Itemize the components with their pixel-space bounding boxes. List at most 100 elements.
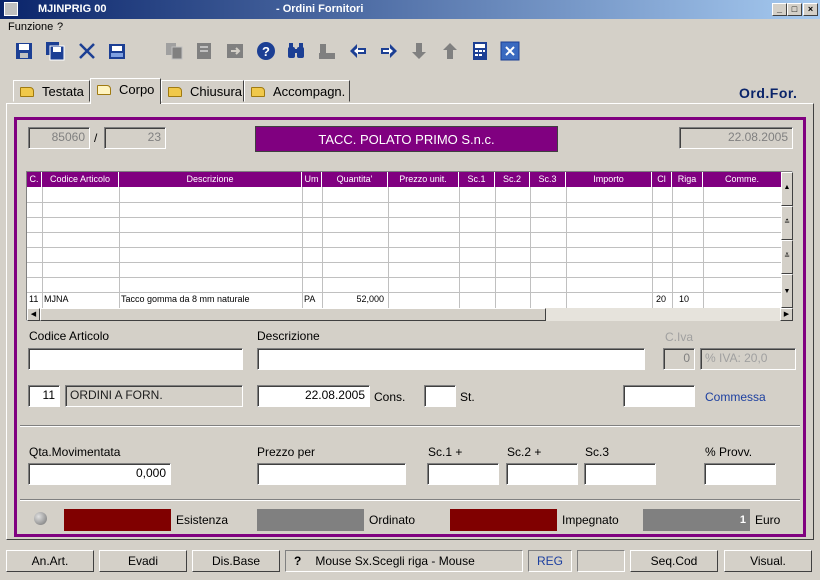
scroll-right-button[interactable]: ▶ xyxy=(780,308,793,321)
calculator-icon[interactable] xyxy=(468,39,492,63)
descrizione-input[interactable] xyxy=(257,348,645,370)
commessa-link[interactable]: Commessa xyxy=(705,390,766,404)
maximize-button[interactable]: □ xyxy=(787,3,802,16)
menu-help[interactable]: ? xyxy=(57,21,63,33)
scroll-page-down-button[interactable]: ≚ xyxy=(781,240,793,274)
col-c[interactable]: C. xyxy=(27,172,42,187)
scroll-page-up-button[interactable]: ≛ xyxy=(781,206,793,240)
qta-movimentata-label: Qta.Movimentata xyxy=(29,445,121,459)
status-message-panel: ? Mouse Sx.Scegli riga - Mouse xyxy=(285,550,523,572)
codice-articolo-input[interactable] xyxy=(28,348,243,370)
scroll-up-button[interactable]: ▲ xyxy=(781,172,793,206)
section-divider xyxy=(20,499,800,501)
sc1-label: Sc.1 + xyxy=(428,445,463,459)
prezzo-per-label: Prezzo per xyxy=(257,445,316,459)
mode-indicator: REG xyxy=(528,550,572,572)
ordinato-bar xyxy=(257,509,364,531)
distinta-base-button[interactable]: Dis.Base xyxy=(192,550,280,572)
arrow-right-icon[interactable] xyxy=(377,39,401,63)
provvigione-input[interactable] xyxy=(704,463,776,485)
app-icon xyxy=(4,2,18,16)
col-sc3[interactable]: Sc.3 xyxy=(530,172,566,187)
folder-open-icon xyxy=(97,85,111,95)
visualizza-button[interactable]: Visual. xyxy=(724,550,812,572)
scroll-down-button[interactable]: ▼ xyxy=(781,274,793,308)
sc2-input[interactable] xyxy=(506,463,578,485)
tab-testata[interactable]: Testata xyxy=(13,80,90,102)
col-cl[interactable]: Cl xyxy=(652,172,672,187)
export-icon[interactable] xyxy=(223,39,247,63)
euro-value: 1 xyxy=(643,509,750,531)
window-title: - Ordini Fornitori xyxy=(276,3,364,15)
evadi-button[interactable]: Evadi xyxy=(99,550,187,572)
horizontal-scrollbar[interactable]: ◀ ▶ xyxy=(27,308,793,321)
cell-c: 11 xyxy=(29,294,39,304)
col-riga[interactable]: Riga xyxy=(672,172,703,187)
order-suffix-field: 23 xyxy=(104,127,166,149)
scroll-thumb[interactable] xyxy=(40,308,546,321)
arrow-up-icon[interactable] xyxy=(438,39,462,63)
impegnato-label: Impegnato xyxy=(562,513,619,527)
col-prezzo-unit[interactable]: Prezzo unit. xyxy=(388,172,459,187)
vertical-scrollbar[interactable]: ▲ ≛ ≚ ▼ xyxy=(781,172,793,308)
copy-icon[interactable] xyxy=(162,39,186,63)
scroll-left-button[interactable]: ◀ xyxy=(27,308,40,321)
grid-header: C. Codice Articolo Descrizione Um Quanti… xyxy=(27,172,781,187)
sequenza-codici-button[interactable]: Seq.Cod xyxy=(630,550,718,572)
delete-icon[interactable] xyxy=(75,39,99,63)
tab-accompagn[interactable]: Accompagn. xyxy=(244,80,350,102)
order-number-field: 85060 xyxy=(28,127,90,149)
help-icon[interactable]: ? xyxy=(254,39,278,63)
help-mark: ? xyxy=(294,554,302,568)
col-um[interactable]: Um xyxy=(302,172,322,187)
order-date-field: 22.08.2005 xyxy=(679,127,793,149)
folder-icon xyxy=(20,87,34,97)
folder-icon xyxy=(251,87,265,97)
document-type-label: Ord.For. xyxy=(739,85,798,101)
col-descrizione[interactable]: Descrizione xyxy=(119,172,302,187)
col-comme[interactable]: Comme. xyxy=(703,172,781,187)
order-separator: / xyxy=(94,131,98,145)
cell-quantita: 52,000 xyxy=(356,294,384,304)
arrow-down-icon[interactable] xyxy=(407,39,431,63)
tab-chiusura[interactable]: Chiusura xyxy=(161,80,244,102)
provvigione-label: % Provv. xyxy=(705,445,753,459)
order-lines-grid[interactable]: C. Codice Articolo Descrizione Um Quanti… xyxy=(26,171,793,321)
stato-input[interactable] xyxy=(424,385,456,407)
anagrafica-articolo-button[interactable]: An.Art. xyxy=(6,550,94,572)
cons-label: Cons. xyxy=(374,390,406,404)
page-icon[interactable] xyxy=(192,39,216,63)
impegnato-bar xyxy=(450,509,557,531)
status-led-icon xyxy=(34,512,47,525)
menu-bar: Funzione ? xyxy=(0,19,820,36)
tab-corpo[interactable]: Corpo xyxy=(90,78,161,104)
svg-text:?: ? xyxy=(262,44,270,59)
col-codice-articolo[interactable]: Codice Articolo xyxy=(42,172,119,187)
program-name: MJINPRIG 00 xyxy=(38,3,107,15)
menu-funzione[interactable]: Funzione xyxy=(8,21,53,33)
col-sc1[interactable]: Sc.1 xyxy=(459,172,495,187)
print-icon[interactable] xyxy=(105,39,129,63)
close-icon[interactable] xyxy=(498,39,522,63)
stamp-icon[interactable] xyxy=(315,39,339,63)
save-icon[interactable] xyxy=(12,39,36,63)
consegna-date-input[interactable]: 22.08.2005 xyxy=(257,385,370,407)
status-empty-panel xyxy=(577,550,625,572)
esistenza-label: Esistenza xyxy=(176,513,229,527)
minimize-button[interactable]: _ xyxy=(772,3,787,16)
save-all-icon[interactable] xyxy=(43,39,67,63)
col-quantita[interactable]: Quantita' xyxy=(322,172,388,187)
sc1-input[interactable] xyxy=(427,463,499,485)
prezzo-per-input[interactable] xyxy=(257,463,406,485)
cell-codice: MJNA xyxy=(44,294,69,304)
causale-code-input[interactable]: 11 xyxy=(28,385,60,407)
col-sc2[interactable]: Sc.2 xyxy=(495,172,530,187)
codice-articolo-label: Codice Articolo xyxy=(29,329,110,343)
arrow-left-icon[interactable] xyxy=(346,39,370,63)
close-window-button[interactable]: × xyxy=(803,3,818,16)
col-importo[interactable]: Importo xyxy=(566,172,652,187)
qta-movimentata-input[interactable]: 0,000 xyxy=(28,463,171,485)
commessa-input[interactable] xyxy=(623,385,695,407)
search-icon[interactable] xyxy=(284,39,308,63)
sc3-input[interactable] xyxy=(584,463,656,485)
